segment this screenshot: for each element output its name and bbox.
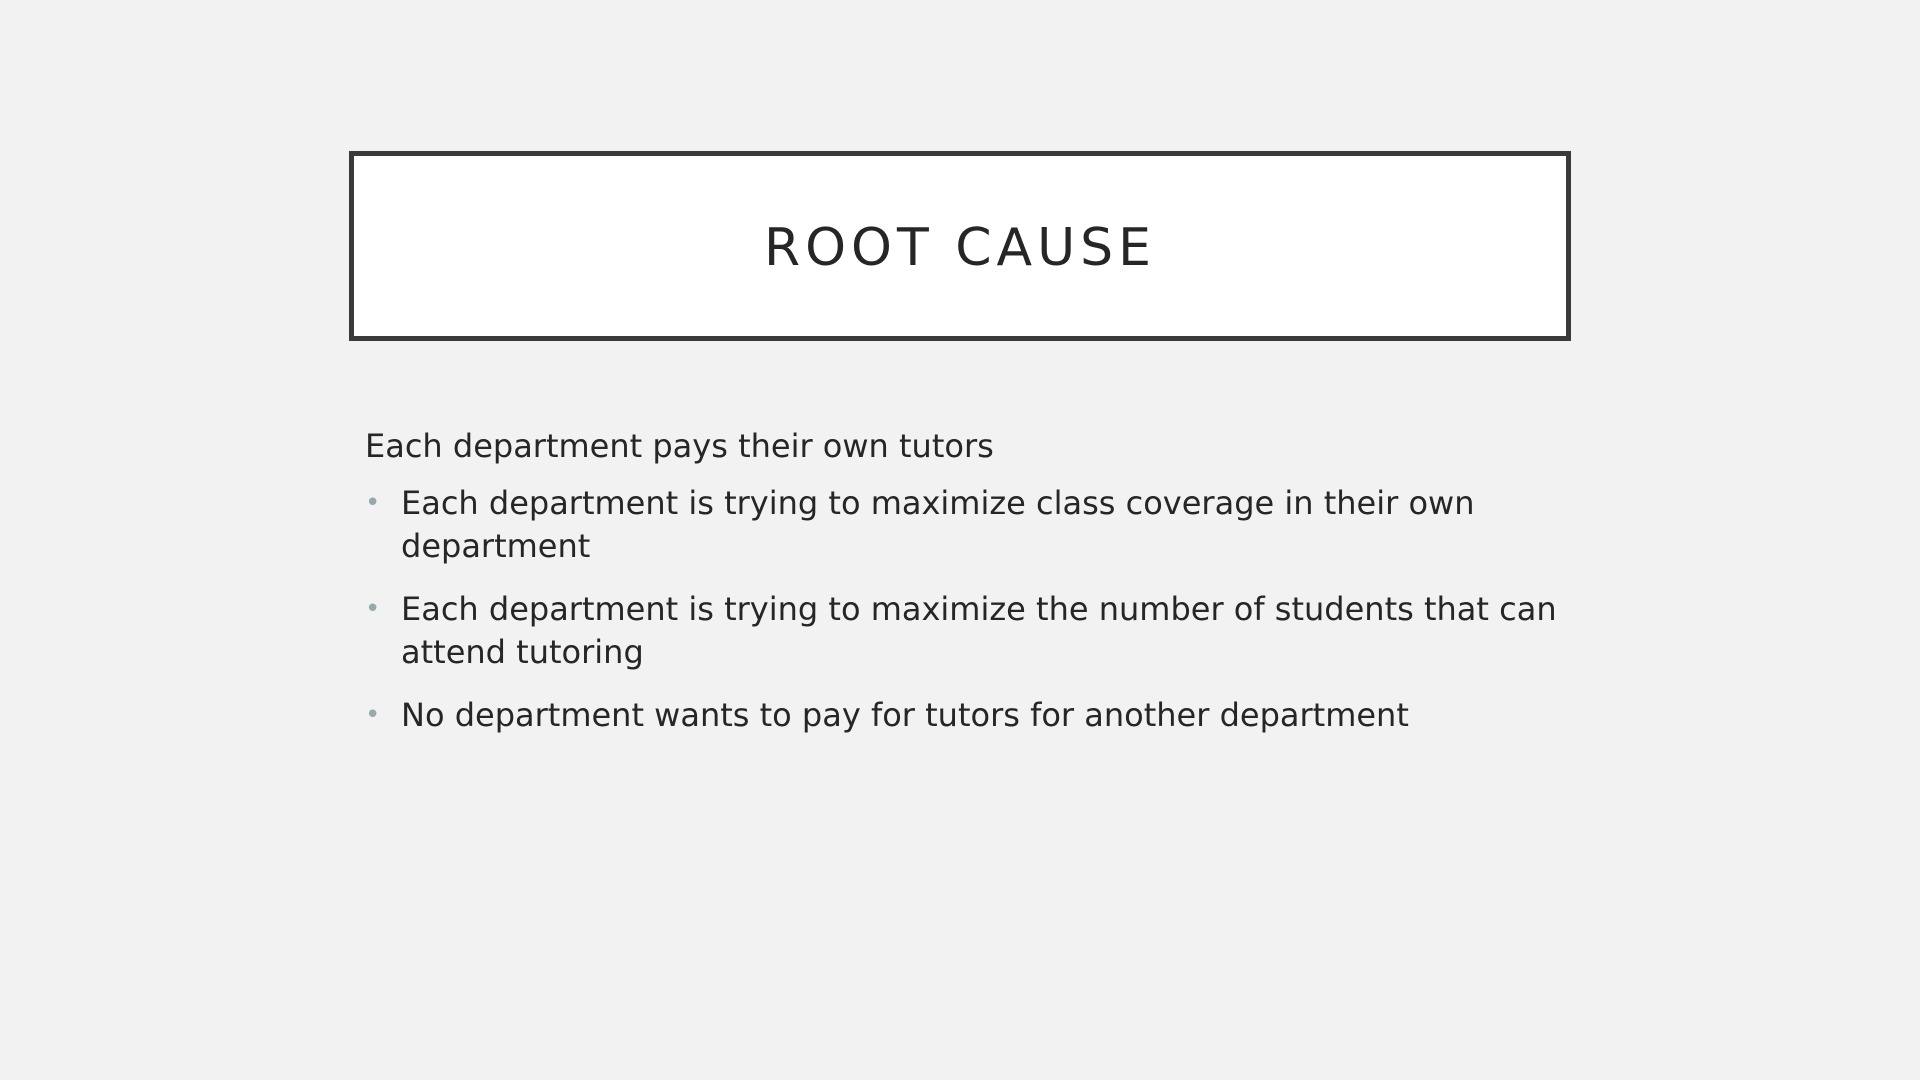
bullet-list: • Each department is trying to maximize … xyxy=(365,482,1565,737)
bullet-item: • Each department is trying to maximize … xyxy=(365,588,1565,674)
bullet-icon: • xyxy=(365,594,381,624)
bullet-text: No department wants to pay for tutors fo… xyxy=(401,696,1409,734)
slide-title: ROOT CAUSE xyxy=(763,218,1157,278)
bullet-icon: • xyxy=(365,700,381,730)
title-box: ROOT CAUSE xyxy=(349,151,1571,341)
slide-body: Each department pays their own tutors • … xyxy=(365,420,1565,757)
bullet-icon: • xyxy=(365,488,381,518)
slide: ROOT CAUSE Each department pays their ow… xyxy=(0,0,1920,1080)
bullet-text: Each department is trying to maximize cl… xyxy=(401,484,1475,565)
bullet-item: • No department wants to pay for tutors … xyxy=(365,694,1565,737)
intro-text: Each department pays their own tutors xyxy=(365,427,994,465)
bullet-text: Each department is trying to maximize th… xyxy=(401,590,1557,671)
bullet-item: • Each department is trying to maximize … xyxy=(365,482,1565,568)
